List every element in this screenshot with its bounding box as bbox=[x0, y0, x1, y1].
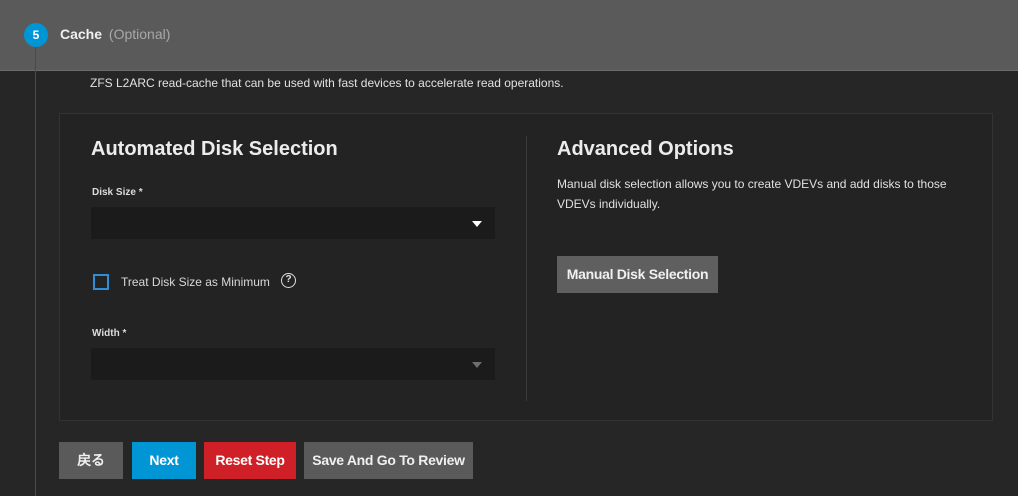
help-circle-icon[interactable]: ? bbox=[281, 273, 296, 288]
automated-section-title: Automated Disk Selection bbox=[91, 138, 338, 160]
next-button[interactable]: Next bbox=[132, 442, 196, 479]
save-and-go-to-review-button[interactable]: Save And Go To Review bbox=[304, 442, 473, 479]
step-description: ZFS L2ARC read-cache that can be used wi… bbox=[90, 76, 564, 90]
treat-disk-size-minimum-checkbox[interactable] bbox=[93, 274, 109, 290]
reset-step-button[interactable]: Reset Step bbox=[204, 442, 296, 479]
stepper-connector-line bbox=[35, 47, 36, 496]
width-label: Width * bbox=[92, 328, 127, 339]
step-title: Cache (Optional) bbox=[60, 26, 170, 42]
treat-disk-size-minimum-label[interactable]: Treat Disk Size as Minimum bbox=[121, 275, 270, 289]
disk-size-label: Disk Size * bbox=[92, 187, 143, 198]
disk-selection-panel: Automated Disk Selection Disk Size * Tre… bbox=[59, 113, 993, 421]
section-divider bbox=[526, 136, 527, 401]
width-select[interactable] bbox=[91, 348, 495, 380]
chevron-down-icon bbox=[472, 362, 482, 368]
advanced-description: Manual disk selection allows you to crea… bbox=[557, 177, 947, 211]
step-title-text: Cache bbox=[60, 26, 103, 42]
step-header[interactable]: 5 Cache (Optional) bbox=[0, 0, 1018, 71]
step-number-badge: 5 bbox=[24, 23, 48, 47]
manual-disk-selection-button[interactable]: Manual Disk Selection bbox=[557, 256, 718, 293]
chevron-down-icon bbox=[472, 221, 482, 227]
advanced-section-title: Advanced Options bbox=[557, 138, 734, 160]
step-optional-label: (Optional) bbox=[108, 26, 171, 42]
back-button[interactable]: 戻る bbox=[59, 442, 123, 479]
disk-size-select[interactable] bbox=[91, 207, 495, 239]
